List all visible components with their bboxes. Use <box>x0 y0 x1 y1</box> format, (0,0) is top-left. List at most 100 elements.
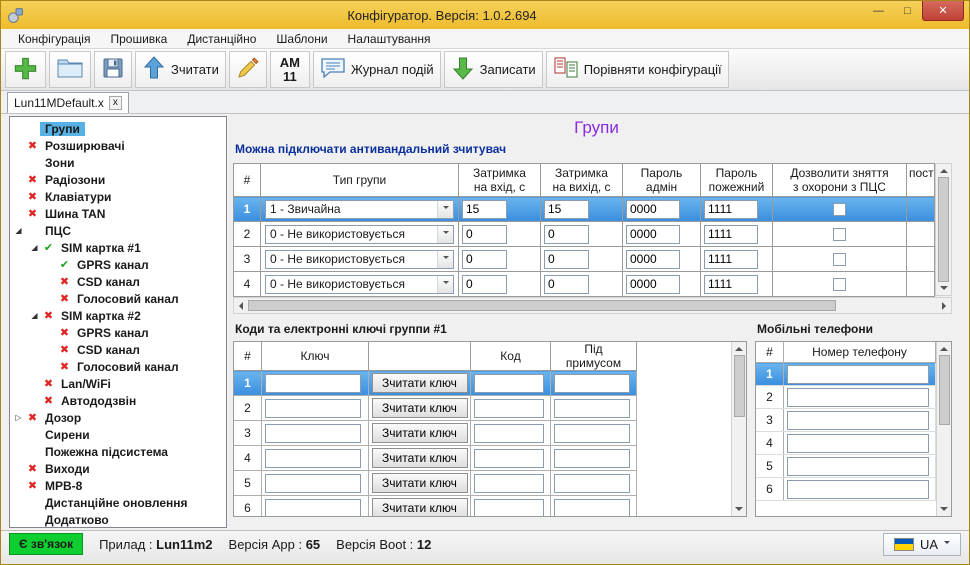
admin-password-input[interactable] <box>626 199 680 219</box>
disarm-from-pcs-checkbox[interactable] <box>833 277 846 291</box>
tree-expander-collapsed-icon[interactable]: ▷ <box>12 413 25 422</box>
phone-row[interactable]: 6 <box>756 477 936 501</box>
key-input[interactable] <box>265 473 361 493</box>
tree-item[interactable]: ◢ ПЦС <box>10 222 226 239</box>
tree-item[interactable]: Зони <box>10 154 226 171</box>
tree-item[interactable]: ✖ Шина TAN <box>10 205 226 222</box>
phone-row[interactable]: 5 <box>756 454 936 478</box>
key-row[interactable]: 6 Зчитати ключ <box>234 495 637 516</box>
key-input[interactable] <box>265 448 361 468</box>
open-config-button[interactable] <box>49 51 91 88</box>
groups-vscroll-thumb[interactable] <box>938 177 949 282</box>
group-row[interactable]: 1 1 - Звичайна <box>233 196 935 222</box>
language-button[interactable]: UA <box>882 532 961 556</box>
read-key-button[interactable]: Зчитати ключ <box>371 398 468 418</box>
entry-delay-input[interactable] <box>462 224 507 244</box>
tree-item[interactable]: ✖ Виходи <box>10 460 226 477</box>
new-config-button[interactable] <box>5 51 46 88</box>
read-key-button[interactable]: Зчитати ключ <box>371 498 468 516</box>
key-input[interactable] <box>265 398 361 418</box>
tree-item[interactable]: ✖ Автододзвін <box>10 392 226 409</box>
tree-item[interactable]: Сирени <box>10 426 226 443</box>
tree-item[interactable]: ✖ GPRS канал <box>10 324 226 341</box>
tree-item[interactable]: ✖ CSD канал <box>10 341 226 358</box>
entry-delay-input[interactable] <box>462 199 507 219</box>
exit-delay-input[interactable] <box>544 249 589 269</box>
phone-row[interactable]: 1 <box>756 362 936 386</box>
group-type-select[interactable]: 0 - Не використовується <box>265 274 454 294</box>
scroll-up-icon[interactable] <box>940 347 948 351</box>
minimize-button[interactable]: — <box>864 1 893 21</box>
tree-item[interactable]: Групи <box>10 120 226 137</box>
admin-password-input[interactable] <box>626 274 680 294</box>
menu-item-4[interactable]: Шаблони <box>267 31 336 47</box>
tree-item[interactable]: Додатково <box>10 511 226 527</box>
exit-delay-input[interactable] <box>544 274 589 294</box>
tree-item[interactable]: ✖ Голосовий канал <box>10 290 226 307</box>
tree-item[interactable]: Пожежна підсистема <box>10 443 226 460</box>
duress-input[interactable] <box>554 423 630 443</box>
code-input[interactable] <box>474 448 544 468</box>
disarm-from-pcs-checkbox[interactable] <box>833 227 846 241</box>
code-input[interactable] <box>474 498 544 516</box>
duress-input[interactable] <box>554 448 630 468</box>
scroll-down-icon[interactable] <box>939 286 948 290</box>
tree-item[interactable]: ✖ CSD канал <box>10 273 226 290</box>
groups-horizontal-scrollbar[interactable] <box>233 297 952 314</box>
fire-password-input[interactable] <box>704 274 758 294</box>
duress-input[interactable] <box>554 398 630 418</box>
groups-vertical-scrollbar[interactable] <box>935 163 952 296</box>
admin-password-input[interactable] <box>626 249 680 269</box>
read-key-button[interactable]: Зчитати ключ <box>371 473 468 493</box>
key-input[interactable] <box>265 373 361 393</box>
key-row[interactable]: 3 Зчитати ключ <box>234 420 637 446</box>
entry-delay-input[interactable] <box>462 274 507 294</box>
phone-number-input[interactable] <box>787 387 929 407</box>
scroll-down-icon[interactable] <box>735 507 743 511</box>
exit-delay-input[interactable] <box>544 199 589 219</box>
read-key-button[interactable]: Зчитати ключ <box>371 423 468 443</box>
scroll-down-icon[interactable] <box>940 507 948 511</box>
entry-delay-input[interactable] <box>462 249 507 269</box>
phone-number-input[interactable] <box>787 479 929 499</box>
fire-password-input[interactable] <box>704 249 758 269</box>
tree-item[interactable]: ✖ Радіозони <box>10 171 226 188</box>
keys-vscroll-thumb[interactable] <box>733 355 745 417</box>
key-input[interactable] <box>265 498 361 516</box>
tree-item[interactable]: ◢ ✔ SIM картка #1 <box>10 239 226 256</box>
tree-item[interactable]: ✖ Клавіатури <box>10 188 226 205</box>
fire-password-input[interactable] <box>704 224 758 244</box>
phone-row[interactable]: 4 <box>756 431 936 455</box>
phone-row[interactable]: 2 <box>756 385 936 409</box>
read-key-button[interactable]: Зчитати ключ <box>371 373 468 393</box>
code-input[interactable] <box>474 373 544 393</box>
event-log-button[interactable]: Журнал подій <box>312 51 441 88</box>
phones-vscroll-thumb[interactable] <box>938 355 950 425</box>
write-config-button[interactable]: Записати <box>443 51 543 88</box>
key-row[interactable]: 2 Зчитати ключ <box>234 395 637 421</box>
maximize-button[interactable]: □ <box>893 1 922 21</box>
phone-number-input[interactable] <box>787 410 929 430</box>
scroll-right-icon[interactable] <box>942 301 946 310</box>
phones-vertical-scrollbar[interactable] <box>936 342 951 516</box>
admin-password-input[interactable] <box>626 224 680 244</box>
group-row[interactable]: 4 0 - Не використовується <box>233 271 935 297</box>
groups-hscroll-thumb[interactable] <box>248 300 836 311</box>
am11-indicator[interactable]: АМ 11 <box>269 51 310 88</box>
group-type-select[interactable]: 0 - Не використовується <box>265 249 454 269</box>
disarm-from-pcs-checkbox[interactable] <box>833 202 846 216</box>
duress-input[interactable] <box>554 373 630 393</box>
tree-expander-expanded-icon[interactable]: ◢ <box>28 243 41 252</box>
key-row[interactable]: 1 Зчитати ключ <box>234 370 637 396</box>
code-input[interactable] <box>474 423 544 443</box>
menu-item-3[interactable]: Дистанційно <box>178 31 265 47</box>
read-key-button[interactable]: Зчитати ключ <box>371 448 468 468</box>
fire-password-input[interactable] <box>704 199 758 219</box>
phone-number-input[interactable] <box>787 364 929 384</box>
group-type-select[interactable]: 1 - Звичайна <box>265 199 454 219</box>
tab-lun11mdefault[interactable]: Lun11MDefault.x x <box>7 92 129 113</box>
group-row[interactable]: 2 0 - Не використовується <box>233 221 935 247</box>
tree-item[interactable]: ✖ Lan/WiFi <box>10 375 226 392</box>
read-config-button[interactable]: Зчитати <box>135 51 226 88</box>
close-button[interactable]: ✕ <box>922 1 964 21</box>
